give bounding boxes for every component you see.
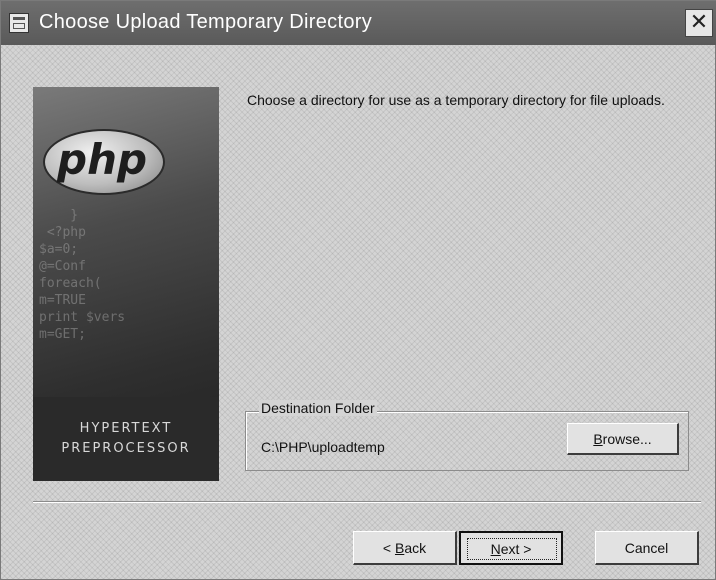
php-logo-text: php xyxy=(57,135,148,184)
code-line: m=GET; xyxy=(39,327,86,342)
code-line: } xyxy=(39,208,79,223)
installer-dialog: Choose Upload Temporary Directory ✕ } <?… xyxy=(0,0,716,580)
destination-folder-label: Destination Folder xyxy=(259,400,377,416)
instruction-text: Choose a directory for use as a temporar… xyxy=(247,92,665,108)
code-line: @=Conf xyxy=(39,259,86,274)
title-bar[interactable]: Choose Upload Temporary Directory ✕ xyxy=(1,1,716,45)
browse-accel: B xyxy=(593,431,603,447)
close-icon: ✕ xyxy=(689,9,709,34)
back-accel: B xyxy=(394,540,405,556)
code-line: <?php xyxy=(39,225,86,240)
back-label: ack xyxy=(404,540,427,556)
button-separator xyxy=(33,501,701,503)
code-line: foreach( xyxy=(39,276,102,291)
back-prefix: < xyxy=(382,540,395,556)
banner-preprocessor: PREPROCESSOR xyxy=(61,441,191,456)
browse-button[interactable]: Browse... xyxy=(567,423,679,455)
browse-label: rowse... xyxy=(602,431,652,447)
code-line: $a=0; xyxy=(39,242,79,257)
banner-footer: HYPERTEXT PREPROCESSOR xyxy=(33,397,219,481)
php-side-banner: } <?php $a=0; @=Conf foreach( m=TRUE pri… xyxy=(33,87,219,481)
installer-window-icon xyxy=(9,13,29,33)
destination-path: C:\PHP\uploadtemp xyxy=(261,439,385,455)
close-button[interactable]: ✕ xyxy=(685,9,713,37)
window-title: Choose Upload Temporary Directory xyxy=(39,11,373,33)
next-button[interactable]: Next > xyxy=(459,531,563,565)
code-line: print $vers xyxy=(39,310,126,325)
focus-rect xyxy=(467,538,557,560)
back-button[interactable]: < Back xyxy=(353,531,457,565)
cancel-button[interactable]: Cancel xyxy=(595,531,699,565)
banner-code-background: } <?php $a=0; @=Conf foreach( m=TRUE pri… xyxy=(39,207,219,343)
code-line: m=TRUE xyxy=(39,293,86,308)
banner-hypertext: HYPERTEXT xyxy=(79,421,173,436)
cancel-label: Cancel xyxy=(624,540,669,556)
